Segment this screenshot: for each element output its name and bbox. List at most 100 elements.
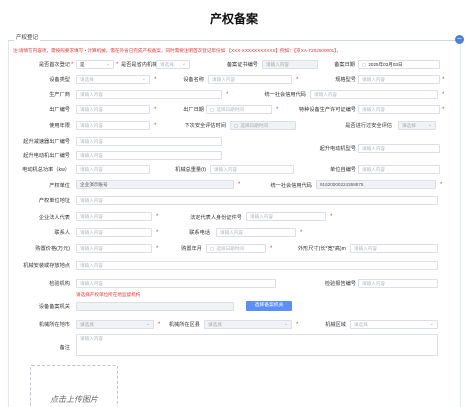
province-machine-select[interactable]: 请选择 ⌄	[156, 60, 190, 69]
required-mark: *	[156, 246, 159, 252]
chevron-down-icon: ⌄	[181, 61, 186, 67]
storage-addr-input[interactable]: 请输入内容	[76, 261, 438, 270]
notice-text: 注:请填写内容项，需按照要求填写 • 计算机械，需在外省已完成产权备案，同时需要…	[13, 48, 342, 53]
inspect-org-input[interactable]: 请输入内容	[76, 279, 276, 288]
legal-id-input[interactable]: 请输入内容	[246, 212, 326, 221]
contact-phone-input[interactable]: 请输入内容	[216, 228, 296, 237]
first-reg-select[interactable]: 是 ⌄	[76, 60, 114, 69]
factory-no-input[interactable]: 请输入内容	[76, 105, 150, 114]
province-machine-label: 是否是省内机械	[121, 62, 158, 68]
record-org-input[interactable]	[76, 302, 234, 311]
next-eval-label: 下次安全评估时间	[184, 123, 226, 129]
remark-textarea[interactable]: 请输入内容	[76, 334, 438, 356]
page-title: 产权备案	[209, 12, 258, 26]
choose-record-org-button[interactable]: 选择备案机关	[246, 301, 292, 311]
unit-price-label: 单位自编号	[330, 167, 356, 173]
record-date-input[interactable]: ▢ 2025年03月03日	[358, 60, 440, 69]
owner-unit-label: 产权单位	[49, 183, 70, 189]
credit-code-input[interactable]: 请输入内容	[310, 90, 438, 99]
contact-input[interactable]: 请输入内容	[76, 228, 152, 237]
legal-id-label: 法定代表人身份证件号	[190, 215, 242, 221]
record-org-label: 设备备案机关	[38, 304, 70, 310]
chevron-down-icon: ⌄	[283, 321, 288, 327]
dimension-label: 外形尺寸(长*宽*高)m	[297, 246, 346, 252]
special-license-input[interactable]: 请输入内容	[358, 105, 440, 114]
storage-addr-label: 机械安装或存放地点	[23, 263, 70, 269]
cert-no-input[interactable]: 请输入内容	[262, 60, 318, 69]
need-eval-label: 是否进行过安全评估	[345, 123, 392, 129]
motor-power-label: 电动机总功率（kw）	[22, 167, 70, 173]
service-years-input[interactable]: 请输入内容	[76, 121, 150, 130]
spec-model-input[interactable]: 请输入内容	[358, 75, 440, 84]
special-license-label: 特种设备生产许可证编号	[298, 107, 356, 113]
motor-model-input[interactable]: 请输入内容	[358, 144, 440, 153]
machine-city-select[interactable]: 请选择 ⌄	[76, 320, 154, 329]
legal-rep-input[interactable]: 请输入内容	[76, 212, 152, 221]
required-mark: *	[154, 123, 157, 129]
required-mark: *	[226, 92, 229, 98]
required-mark: *	[154, 107, 157, 113]
contact-label: 联系人	[54, 230, 70, 236]
required-mark: *	[330, 214, 333, 220]
collapse-icon[interactable]: −	[455, 35, 464, 44]
motor-no-input[interactable]: 请输入内容	[76, 151, 222, 160]
factory-date-label: 出厂日期	[183, 107, 204, 113]
owner-address-label: 产权单位地址	[38, 198, 70, 204]
first-reg-label: 是否首次登记	[38, 62, 70, 68]
motor-power-input[interactable]: 请输入内容	[76, 165, 150, 174]
total-weight-label: 机械总重量(t)	[175, 167, 206, 173]
owner-unit-input[interactable]: 企业演示账号	[76, 180, 234, 189]
calendar-icon: ▢	[210, 107, 215, 112]
machine-district-label: 机械所在区县	[168, 322, 200, 328]
unit-price-input[interactable]: 请输入内容	[358, 165, 440, 174]
machine-city-label: 机械所在地市	[38, 322, 70, 328]
required-mark: *	[156, 230, 159, 236]
machine-district-select[interactable]: 请选择 ⌄	[204, 320, 292, 329]
calendar-icon: ▢	[210, 246, 215, 251]
required-mark: *	[238, 182, 241, 188]
equip-type-label: 设备类型	[49, 77, 70, 83]
manufacturer-label: 生产厂商	[49, 92, 70, 98]
section-legend: 产权登记	[14, 35, 41, 42]
equip-name-input[interactable]: 请输入内容	[208, 75, 292, 84]
total-weight-input[interactable]: 请输入内容	[210, 165, 294, 174]
reducer-no-input[interactable]: 请输入内容	[76, 137, 222, 146]
inspect-report-label: 检验报告编号	[324, 281, 356, 287]
required-mark: *	[156, 214, 159, 220]
record-date-label: 备案日期	[334, 62, 355, 68]
legal-rep-label: 企业法人代表	[38, 215, 70, 221]
service-years-label: 使用年限	[49, 123, 70, 129]
upload-label: 点击上传图片	[50, 395, 98, 404]
machine-area-label: 机械区域	[325, 322, 346, 328]
calendar-icon: ▢	[234, 123, 239, 128]
inspect-report-input[interactable]: 请输入内容	[358, 279, 438, 288]
purchase-date-input[interactable]: ▢ 选择日期时间	[206, 244, 266, 253]
next-eval-input[interactable]: ▢ 选择日期时间	[230, 121, 296, 130]
purchase-price-label: 购置价格(万元)	[35, 246, 70, 252]
required-mark: *	[442, 92, 445, 98]
required-mark: *	[300, 230, 303, 236]
owner-credit-input[interactable]: 91620000224368875	[316, 180, 436, 189]
required-mark: *	[71, 62, 74, 68]
equip-type-select[interactable]: 请选择 ⌄	[76, 75, 150, 84]
need-eval-select[interactable]: 请选择 ⌄	[398, 121, 436, 130]
chevron-down-icon: ⌄	[141, 76, 146, 82]
image-upload[interactable]: 点击上传图片	[30, 365, 118, 407]
dimension-input[interactable]: 请输入内容	[350, 244, 438, 253]
machine-area-select[interactable]: 请选择 ⌄	[350, 320, 438, 329]
remark-label: 备注	[59, 345, 70, 351]
purchase-price-input[interactable]: 请输入内容	[76, 244, 152, 253]
manufacturer-input[interactable]: 请输入内容	[76, 90, 222, 99]
factory-date-input[interactable]: ▢ 选择日期时间	[206, 105, 272, 114]
cert-no-label: 备案证书编号	[226, 62, 258, 68]
required-mark: *	[270, 246, 273, 252]
credit-code-label: 统一社会信用代码	[264, 92, 306, 98]
factory-no-label: 出厂编号	[49, 107, 70, 113]
required-mark: *	[116, 62, 119, 68]
required-mark: *	[442, 107, 445, 113]
owner-address-input[interactable]: 请输入内容	[76, 196, 438, 205]
chevron-down-icon: ⌄	[105, 61, 110, 67]
equip-name-label: 设备名称	[183, 77, 204, 83]
required-mark: *	[296, 322, 299, 328]
calendar-icon: ▢	[362, 62, 367, 67]
